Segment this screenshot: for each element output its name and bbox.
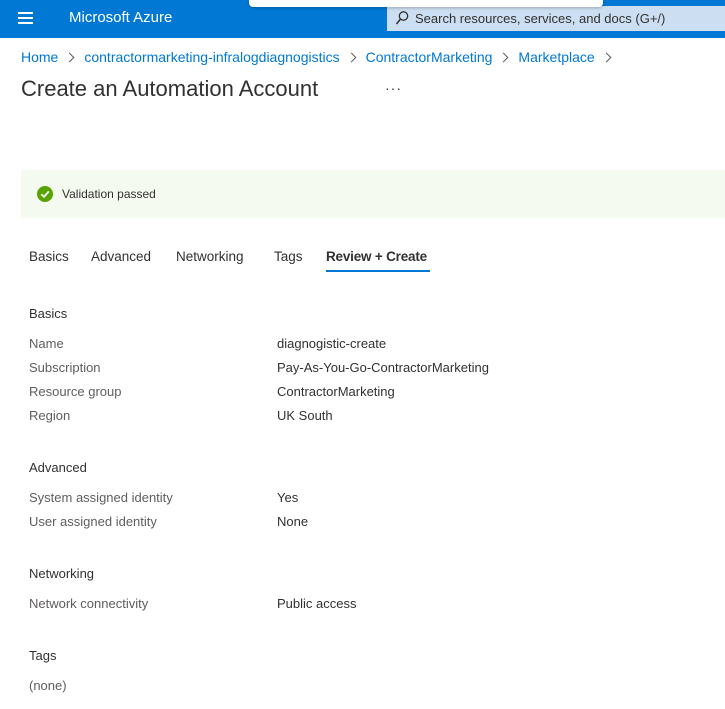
menu-icon[interactable] — [18, 12, 33, 25]
active-tab-indicator — [326, 270, 430, 272]
section-heading-basics: Basics — [29, 306, 68, 321]
search-input[interactable] — [415, 9, 715, 28]
validation-banner: Validation passed — [21, 170, 725, 218]
section-heading-tags: Tags — [29, 648, 57, 663]
breadcrumb: Home contractormarketing-infralogdiagnog… — [21, 48, 621, 66]
value-system-assigned-identity: Yes — [277, 490, 299, 505]
search-icon — [395, 11, 409, 25]
tab-basics[interactable]: Basics — [29, 249, 69, 264]
tab-networking[interactable]: Networking — [176, 249, 244, 264]
chevron-right-icon — [346, 52, 357, 62]
label-resource-group: Resource group — [29, 384, 122, 399]
breadcrumb-marketplace[interactable]: Marketplace — [518, 49, 594, 65]
breadcrumb-home[interactable]: Home — [21, 49, 58, 65]
success-check-icon — [37, 186, 53, 202]
value-user-assigned-identity: None — [277, 514, 309, 529]
value-region: UK South — [277, 408, 333, 423]
page-title: Create an Automation Account — [21, 76, 319, 101]
label-subscription: Subscription — [29, 360, 101, 375]
chevron-right-icon — [498, 52, 509, 62]
breadcrumb-resource-group[interactable]: ContractorMarketing — [366, 49, 493, 65]
label-user-assigned-identity: User assigned identity — [29, 514, 157, 529]
tab-advanced[interactable]: Advanced — [91, 249, 151, 264]
tags-empty-text: (none) — [29, 678, 67, 693]
value-name: diagnogistic-create — [277, 336, 387, 351]
section-heading-advanced: Advanced — [29, 460, 87, 475]
label-system-assigned-identity: System assigned identity — [29, 490, 173, 505]
value-resource-group: ContractorMarketing — [277, 384, 395, 399]
more-options-button[interactable]: ··· — [385, 80, 402, 96]
portal-brand[interactable]: Microsoft Azure — [69, 9, 172, 26]
label-region: Region — [29, 408, 71, 423]
section-heading-networking: Networking — [29, 566, 95, 581]
breadcrumb-resource-group-deployment[interactable]: contractormarketing-infralogdiagnogistic… — [84, 49, 339, 65]
label-name: Name — [29, 336, 64, 351]
label-network-connectivity: Network connectivity — [29, 596, 149, 611]
chevron-right-icon — [601, 52, 612, 62]
tab-review-create[interactable]: Review + Create — [326, 249, 427, 264]
chevron-right-icon — [64, 52, 75, 62]
validation-message: Validation passed — [62, 187, 156, 201]
global-search-box[interactable] — [387, 6, 725, 31]
value-subscription: Pay-As-You-Go-ContractorMarketing — [277, 360, 489, 375]
popup-panel-edge — [249, 0, 603, 7]
tab-tags[interactable]: Tags — [274, 249, 303, 264]
value-network-connectivity: Public access — [277, 596, 357, 611]
